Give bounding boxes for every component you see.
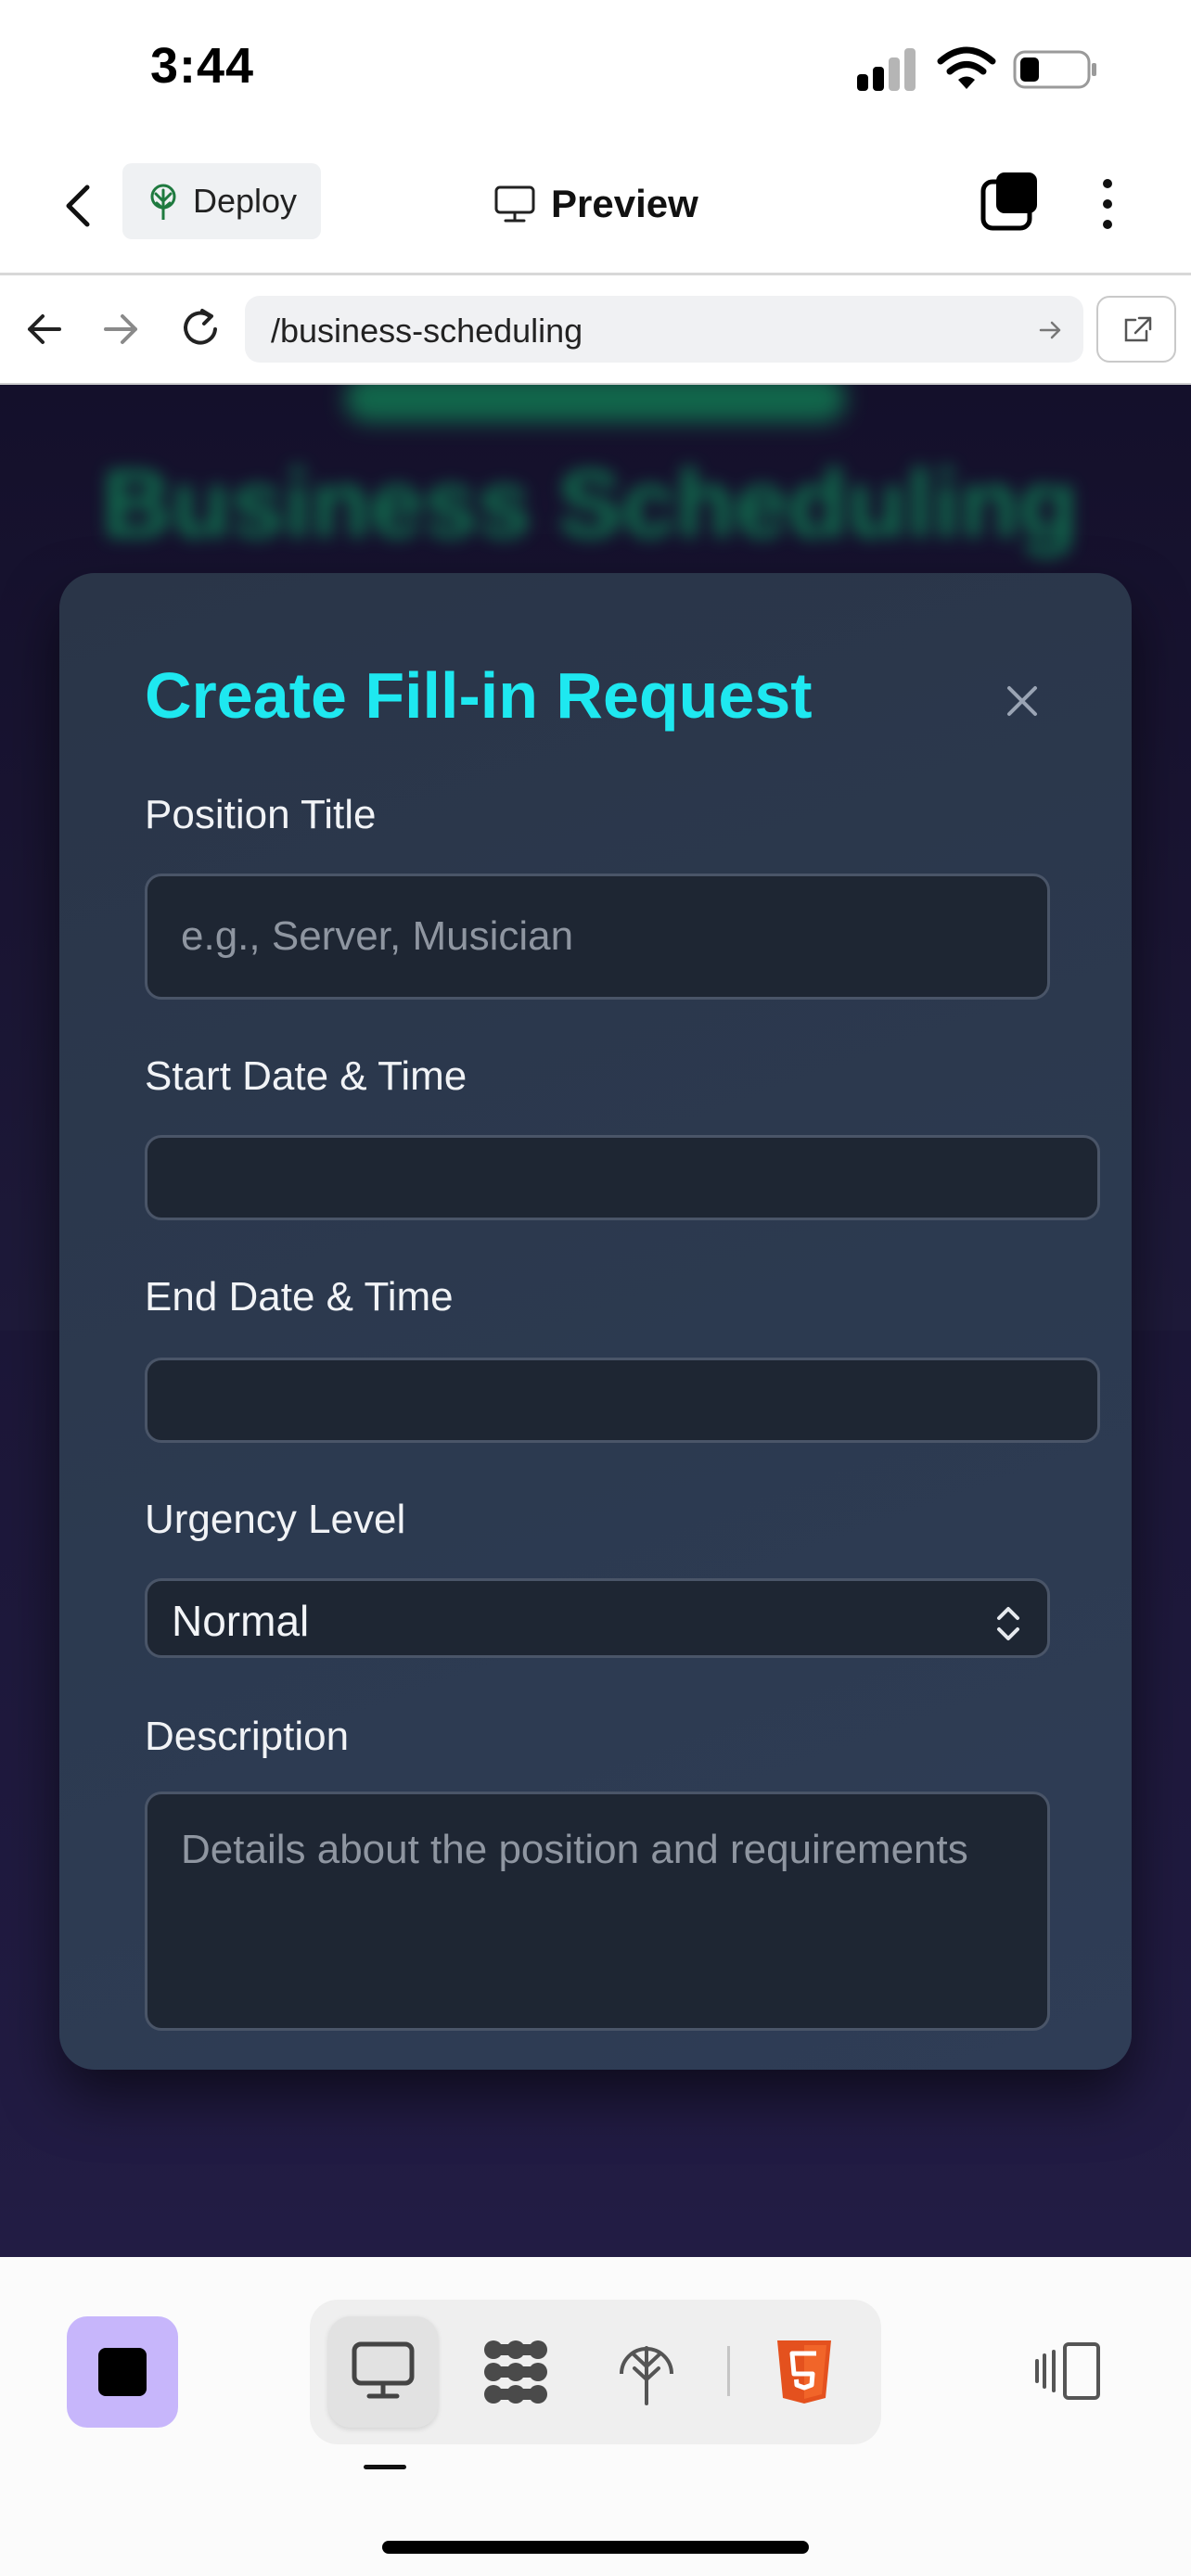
deploy-button[interactable]: Deploy bbox=[122, 163, 321, 239]
bottom-toolbar bbox=[0, 2257, 1191, 2576]
tool-divider bbox=[727, 2346, 730, 2396]
select-chevrons-icon bbox=[997, 1607, 1019, 1640]
urgency-level-label: Urgency Level bbox=[145, 1497, 406, 1542]
start-datetime-input[interactable] bbox=[145, 1135, 1100, 1220]
urgency-level-select[interactable]: Normal bbox=[145, 1578, 1050, 1658]
position-title-label: Position Title bbox=[145, 792, 377, 837]
stop-button[interactable] bbox=[67, 2316, 178, 2428]
description-label: Description bbox=[145, 1714, 350, 1759]
tool-canvas[interactable] bbox=[460, 2316, 570, 2428]
back-chevron-icon[interactable] bbox=[56, 178, 104, 234]
status-time: 3:44 bbox=[150, 38, 255, 94]
browser-bar: /business-scheduling bbox=[0, 275, 1191, 385]
urgency-level-value: Normal bbox=[172, 1597, 310, 1645]
monitor-icon bbox=[494, 185, 535, 223]
tool-preview[interactable] bbox=[328, 2316, 438, 2428]
go-arrow-icon[interactable] bbox=[1037, 316, 1065, 344]
position-title-input[interactable]: e.g., Server, Musician bbox=[145, 874, 1050, 1000]
tabs-icon[interactable] bbox=[980, 171, 1039, 232]
url-field[interactable]: /business-scheduling bbox=[245, 296, 1083, 363]
view-tool-group bbox=[310, 2300, 881, 2444]
external-link-icon bbox=[1124, 316, 1152, 342]
cellular-signal-icon bbox=[857, 46, 916, 91]
wifi-icon bbox=[937, 46, 996, 89]
close-icon[interactable] bbox=[1004, 682, 1041, 720]
active-tool-indicator bbox=[364, 2465, 406, 2469]
position-title-placeholder: e.g., Server, Musician bbox=[181, 913, 574, 959]
deploy-tree-icon bbox=[150, 184, 176, 220]
modal-title: Create Fill-in Request bbox=[145, 659, 813, 732]
preview-label: Preview bbox=[551, 182, 698, 225]
more-options-icon[interactable] bbox=[1091, 174, 1124, 234]
end-datetime-input[interactable] bbox=[145, 1358, 1100, 1443]
tool-html[interactable] bbox=[751, 2316, 861, 2428]
description-textarea[interactable]: Details about the position and requireme… bbox=[145, 1792, 1050, 2031]
deploy-tree-icon bbox=[620, 2346, 673, 2405]
description-placeholder: Details about the position and requireme… bbox=[181, 1827, 968, 1872]
monitor-icon bbox=[352, 2341, 415, 2399]
url-text: /business-scheduling bbox=[271, 312, 583, 350]
end-datetime-label: End Date & Time bbox=[145, 1274, 454, 1320]
html5-icon bbox=[777, 2340, 831, 2404]
arrow-right-icon[interactable] bbox=[100, 309, 141, 350]
arrow-left-icon[interactable] bbox=[24, 309, 65, 350]
fill-in-request-modal: Create Fill-in Request Position Title e.… bbox=[59, 573, 1132, 2070]
open-external-button[interactable] bbox=[1096, 296, 1176, 363]
tool-deploy[interactable] bbox=[592, 2316, 701, 2428]
battery-icon bbox=[1013, 50, 1096, 89]
background-heading: Business Scheduling bbox=[102, 451, 1078, 558]
home-indicator bbox=[382, 2541, 809, 2554]
device-toggle-icon[interactable] bbox=[1031, 2339, 1102, 2404]
app-header: Deploy Preview bbox=[0, 139, 1191, 275]
stop-icon bbox=[98, 2348, 147, 2396]
start-datetime-label: Start Date & Time bbox=[145, 1053, 467, 1099]
preview-title: Preview bbox=[493, 174, 698, 234]
reload-icon[interactable] bbox=[178, 305, 224, 351]
shape-grid-icon bbox=[484, 2340, 547, 2404]
status-bar: 3:44 bbox=[0, 0, 1191, 139]
deploy-label: Deploy bbox=[193, 182, 298, 220]
background-badge bbox=[345, 385, 846, 422]
